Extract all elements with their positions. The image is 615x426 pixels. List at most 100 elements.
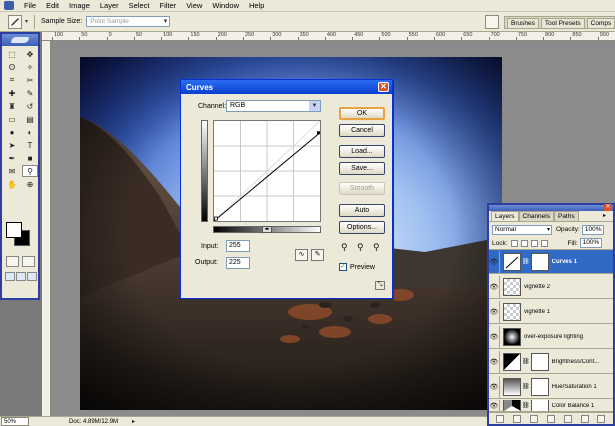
load-button[interactable]: Load... [339, 145, 385, 158]
lock-transparent-icon[interactable] [510, 239, 518, 247]
move-icon[interactable]: ✥ [22, 48, 38, 60]
menu-view[interactable]: View [181, 1, 207, 10]
eye-icon[interactable]: 👁 [489, 325, 500, 348]
auto-button[interactable]: Auto [339, 204, 385, 217]
menu-select[interactable]: Select [124, 1, 155, 10]
smooth-button[interactable]: Smooth [339, 182, 385, 195]
status-menu-arrow-icon[interactable]: ▸ [132, 418, 135, 425]
menu-edit[interactable]: Edit [41, 1, 64, 10]
layer-row[interactable]: 👁 vignette 1 [489, 300, 613, 324]
eye-icon[interactable]: 👁 [489, 400, 500, 411]
hand-icon[interactable]: ✋ [4, 178, 20, 190]
new-set-icon[interactable] [546, 414, 555, 423]
new-adjustment-icon[interactable] [563, 414, 572, 423]
close-icon[interactable]: ✕ [604, 204, 612, 211]
close-icon[interactable]: ✕ [378, 82, 389, 92]
trash-icon[interactable] [597, 414, 606, 423]
palette-menu-icon[interactable]: ▸ [603, 212, 611, 220]
options-button[interactable]: Options... [339, 221, 385, 234]
screen-mode-full-menu-icon[interactable] [16, 272, 26, 281]
history-brush-icon[interactable]: ↺ [22, 100, 38, 112]
curve-points-icon[interactable]: ∿ [295, 249, 308, 261]
eyedropper-icon[interactable]: ⚲ [22, 165, 38, 177]
tab-channels[interactable]: Channels [518, 211, 554, 221]
eye-icon[interactable]: 👁 [489, 250, 500, 273]
standard-mode-icon[interactable] [6, 256, 19, 267]
fill-field[interactable]: 100% [579, 238, 602, 248]
screen-mode-full-icon[interactable] [27, 272, 37, 281]
opacity-field[interactable]: 100% [581, 224, 604, 235]
blend-mode-select[interactable]: Normal [492, 224, 552, 235]
save-button[interactable]: Save... [339, 162, 385, 175]
link-layers-icon[interactable] [496, 414, 505, 423]
menu-window[interactable]: Window [207, 1, 244, 10]
foreground-color-swatch[interactable] [6, 222, 22, 238]
screen-mode-standard-icon[interactable] [5, 272, 15, 281]
crop-icon[interactable]: ⌗ [4, 74, 20, 86]
layer-row[interactable]: 👁 over-exposure lighting [489, 325, 613, 349]
curves-titlebar[interactable]: Curves ✕ [181, 80, 392, 94]
vertical-ruler[interactable] [42, 41, 51, 416]
eraser-icon[interactable]: ▭ [4, 113, 20, 125]
marquee-icon[interactable]: ⬚ [4, 48, 20, 60]
chevron-down-icon[interactable]: ▼ [309, 101, 320, 111]
blur-icon[interactable]: ● [4, 126, 20, 138]
layer-mask-thumb[interactable] [530, 400, 549, 411]
input-field[interactable]: 255 [226, 240, 250, 252]
menu-image[interactable]: Image [64, 1, 95, 10]
layer-mask-thumb[interactable] [530, 352, 549, 371]
layer-row[interactable]: 👁 ⛓ Color Balance 1 [489, 400, 613, 412]
menu-layer[interactable]: Layer [95, 1, 124, 10]
menu-filter[interactable]: Filter [155, 1, 182, 10]
magic-wand-icon[interactable]: ✧ [22, 61, 38, 73]
horizontal-ruler[interactable]: 100 50 0 50 100 150 200 250 300 350 400 450 500 550 60… [42, 32, 615, 41]
tab-layers[interactable]: Layers [491, 211, 519, 221]
eye-icon[interactable]: 👁 [489, 350, 500, 373]
eye-icon[interactable]: 👁 [489, 375, 500, 398]
white-eyedropper-icon[interactable]: ⚲ [373, 242, 380, 253]
layer-style-icon[interactable] [513, 414, 522, 423]
slice-icon[interactable]: ✂ [22, 74, 38, 86]
layer-row[interactable]: 👁 ⛓ Brightness/Cont... [489, 350, 613, 374]
ok-button[interactable]: OK [339, 107, 385, 120]
well-tab-brushes[interactable]: Brushes [507, 18, 539, 28]
eyedropper-icon[interactable] [8, 14, 22, 29]
type-icon[interactable]: T [22, 139, 38, 151]
layer-row[interactable]: 👁 vignette 2 [489, 275, 613, 299]
pen-icon[interactable]: ✒ [4, 152, 20, 164]
brush-icon[interactable]: ✎ [22, 87, 38, 99]
layer-row[interactable]: 👁 ⛓ Curves 1 [489, 250, 613, 274]
add-mask-icon[interactable] [530, 414, 539, 423]
zoom-icon[interactable]: ⊕ [22, 178, 38, 190]
healing-brush-icon[interactable]: ✚ [4, 87, 20, 99]
black-eyedropper-icon[interactable]: ⚲ [341, 242, 348, 253]
lock-all-icon[interactable] [540, 239, 548, 247]
well-tab-tool-presets[interactable]: Tool Presets [540, 18, 585, 28]
tool-preset-arrow-icon[interactable]: ▾ [25, 18, 28, 25]
layer-row[interactable]: 👁 ⛓ Hue/Saturation 1 [489, 375, 613, 399]
lock-image-icon[interactable] [520, 239, 528, 247]
gradient-toggle-icon[interactable]: ◂▸ [262, 226, 272, 233]
sample-size-select[interactable]: Point Sample [86, 16, 171, 27]
lasso-icon[interactable]: ʘ [4, 61, 20, 73]
tab-paths[interactable]: Paths [553, 211, 579, 221]
clone-stamp-icon[interactable]: ♜ [4, 100, 20, 112]
lock-position-icon[interactable] [530, 239, 538, 247]
path-selection-icon[interactable]: ➤ [4, 139, 20, 151]
toolbox-header[interactable] [2, 34, 38, 46]
menu-help[interactable]: Help [244, 1, 269, 10]
gradient-icon[interactable]: ▤ [22, 113, 38, 125]
file-browser-icon[interactable] [485, 15, 499, 29]
menu-file[interactable]: File [19, 1, 41, 10]
expand-dialog-icon[interactable]: ⤡ [375, 281, 385, 290]
gray-eyedropper-icon[interactable]: ⚲ [357, 242, 364, 253]
zoom-field[interactable]: 50% [1, 417, 29, 426]
layer-mask-thumb[interactable] [530, 252, 549, 271]
well-tab-comps[interactable]: Comps [586, 18, 615, 28]
pencil-icon[interactable]: ✎ [311, 249, 324, 261]
shape-icon[interactable]: ■ [22, 152, 38, 164]
layer-mask-thumb[interactable] [530, 377, 549, 396]
checkbox-checked-icon[interactable]: ✓ [339, 263, 347, 271]
preview-checkbox[interactable]: ✓ Preview [339, 263, 375, 271]
cancel-button[interactable]: Cancel [339, 124, 385, 137]
